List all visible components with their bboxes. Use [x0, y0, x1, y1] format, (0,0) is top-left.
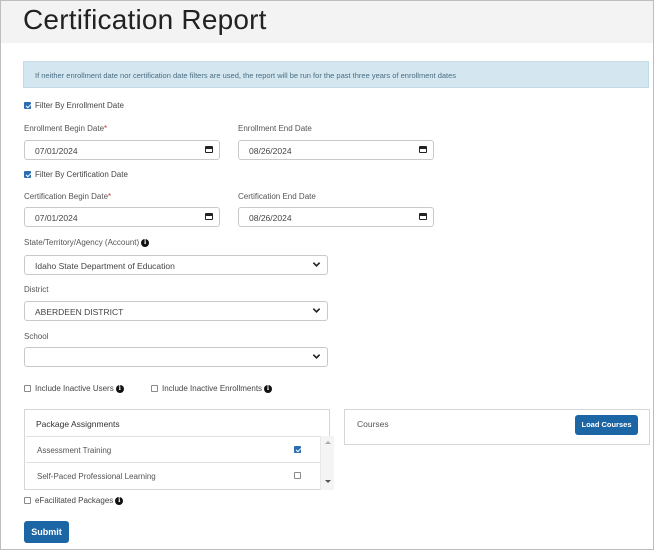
scroll-down-icon[interactable] — [325, 480, 331, 483]
certification-begin-value: 07/01/2024 — [35, 213, 78, 223]
school-label: School — [24, 332, 49, 341]
certification-begin-date-input[interactable]: 07/01/2024 — [24, 207, 220, 227]
enrollment-end-value: 08/26/2024 — [249, 146, 292, 156]
calendar-icon[interactable] — [419, 146, 427, 153]
enrollment-begin-date-input[interactable]: 07/01/2024 — [24, 140, 220, 160]
info-icon: i — [115, 384, 124, 393]
list-item[interactable]: Assessment Training — [26, 436, 320, 462]
filter-certification-checkbox[interactable] — [24, 171, 31, 178]
required-marker: * — [104, 124, 108, 133]
chevron-down-icon — [312, 308, 321, 313]
account-label: State/Territory/Agency (Account) i — [24, 238, 150, 247]
page-title: Certification Report — [23, 4, 267, 35]
enrollment-begin-value: 07/01/2024 — [35, 146, 78, 156]
efacilitated-packages[interactable]: eFacilitated Packages i — [24, 496, 124, 505]
include-inactive-users-checkbox[interactable] — [24, 385, 31, 392]
list-item[interactable]: Self-Paced Professional Learning — [26, 462, 320, 488]
account-selected-value: Idaho State Department of Education — [35, 261, 175, 271]
district-label: District — [24, 285, 49, 294]
load-courses-button[interactable]: Load Courses — [575, 415, 638, 435]
filter-certification-date[interactable]: Filter By Certification Date — [24, 170, 128, 179]
include-inactive-enrollments-checkbox[interactable] — [151, 385, 158, 392]
package-item-label: Self-Paced Professional Learning — [37, 472, 156, 481]
efacilitated-packages-label: eFacilitated Packages — [35, 496, 114, 505]
include-inactive-enrollments[interactable]: Include Inactive Enrollments i — [151, 384, 273, 393]
certification-end-value: 08/26/2024 — [249, 213, 292, 223]
chevron-down-icon — [312, 262, 321, 267]
info-icon: i — [264, 384, 273, 393]
efacilitated-packages-checkbox[interactable] — [24, 497, 31, 504]
district-selected-value: ABERDEEN DISTRICT — [35, 307, 124, 317]
certification-end-date-input[interactable]: 08/26/2024 — [238, 207, 434, 227]
calendar-icon[interactable] — [205, 213, 213, 220]
package-item-checkbox[interactable] — [294, 446, 301, 453]
filter-enrollment-label: Filter By Enrollment Date — [35, 101, 124, 110]
include-inactive-users[interactable]: Include Inactive Users i — [24, 384, 124, 393]
account-select[interactable]: Idaho State Department of Education — [24, 255, 328, 275]
certification-end-label: Certification End Date — [238, 192, 316, 201]
include-inactive-enrollments-label: Include Inactive Enrollments — [162, 384, 263, 393]
filter-enrollment-date[interactable]: Filter By Enrollment Date — [24, 101, 124, 110]
courses-header: Courses — [357, 419, 389, 429]
enrollment-begin-label: Enrollment Begin Date* — [24, 124, 108, 133]
package-item-label: Assessment Training — [37, 446, 112, 455]
courses-panel: Courses Load Courses — [344, 409, 650, 445]
package-assignments-panel: Package Assignments Assessment Training … — [24, 409, 334, 490]
include-inactive-users-label: Include Inactive Users — [35, 384, 114, 393]
page-header: Certification Report — [1, 1, 653, 43]
certification-begin-label: Certification Begin Date* — [24, 192, 112, 201]
school-select[interactable] — [24, 347, 328, 367]
chevron-down-icon — [312, 354, 321, 359]
calendar-icon[interactable] — [419, 213, 427, 220]
enrollment-end-label: Enrollment End Date — [238, 124, 312, 133]
calendar-icon[interactable] — [205, 146, 213, 153]
district-select[interactable]: ABERDEEN DISTRICT — [24, 301, 328, 321]
filter-enrollment-checkbox[interactable] — [24, 102, 31, 109]
package-assignments-header: Package Assignments — [36, 419, 120, 429]
package-list-scrollbar[interactable] — [320, 436, 334, 490]
submit-button[interactable]: Submit — [24, 521, 69, 543]
filter-certification-label: Filter By Certification Date — [35, 170, 128, 179]
package-item-checkbox[interactable] — [294, 472, 301, 479]
enrollment-end-date-input[interactable]: 08/26/2024 — [238, 140, 434, 160]
info-icon: i — [141, 238, 150, 247]
scroll-up-icon[interactable] — [325, 441, 331, 444]
required-marker: * — [108, 192, 112, 201]
info-alert: If neither enrollment date nor certifica… — [23, 61, 649, 88]
info-icon: i — [115, 496, 124, 505]
